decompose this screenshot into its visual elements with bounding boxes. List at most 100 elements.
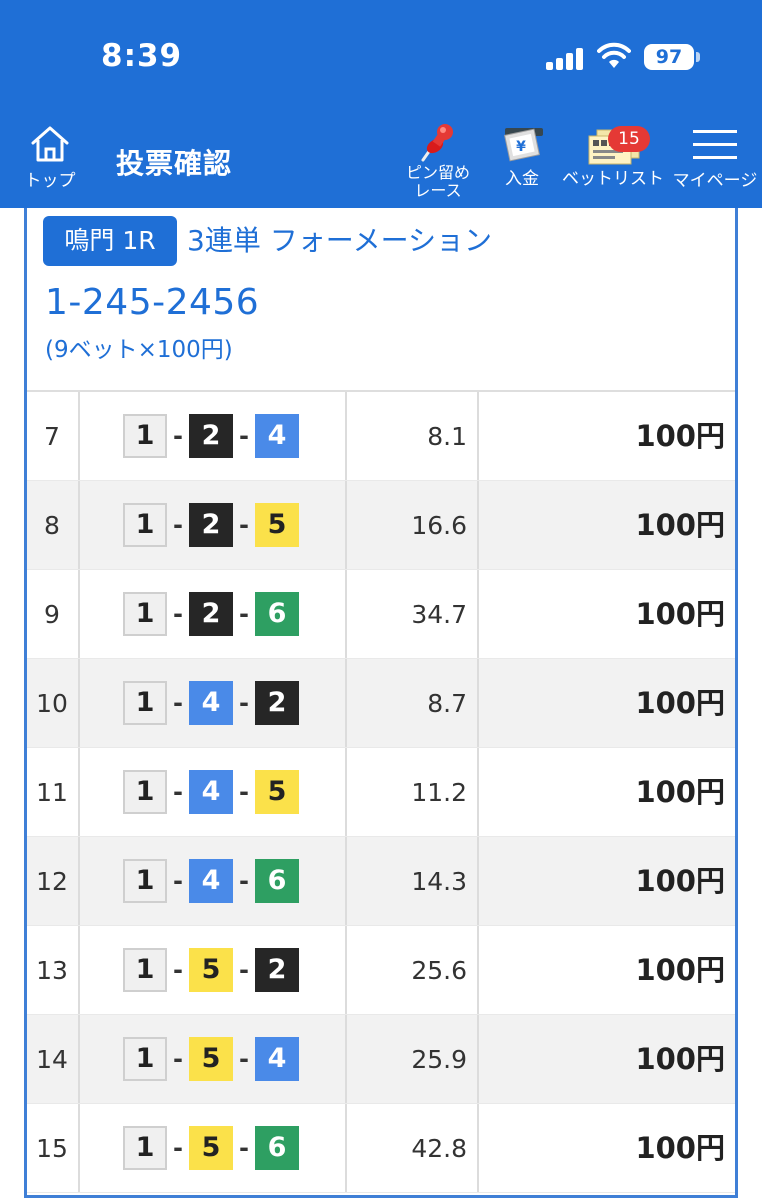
column-divider: [477, 837, 479, 925]
row-number: 13: [36, 956, 68, 985]
deposit-label: 入金: [505, 169, 539, 189]
bet-amount: 100円: [635, 775, 725, 809]
dash-separator: -: [173, 778, 183, 806]
first-place-boat: 1: [123, 859, 167, 903]
odds-value: 11.2: [411, 778, 467, 807]
wifi-icon: [597, 42, 631, 68]
odds-value: 16.6: [411, 511, 467, 540]
table-row: 10 1-4-2 8.7 100円: [27, 659, 735, 748]
bet-combination: 1-245-2456: [45, 282, 260, 323]
boat-combination: 1-2-5: [123, 503, 299, 547]
table-row: 13 1-5-2 25.6 100円: [27, 926, 735, 1015]
dash-separator: -: [239, 422, 249, 450]
bet-table: 7 1-2-4 8.1 100円 8 1-2-5 16.6 100円 9 1-2-6 34.7 100…: [27, 390, 735, 1193]
third-place-boat: 6: [255, 1126, 299, 1170]
dash-separator: -: [173, 1134, 183, 1162]
boat-combination: 1-2-6: [123, 592, 299, 636]
odds-value: 34.7: [411, 600, 467, 629]
table-row: 9 1-2-6 34.7 100円: [27, 570, 735, 659]
column-divider: [78, 392, 80, 480]
second-place-boat: 5: [189, 1037, 233, 1081]
first-place-boat: 1: [123, 503, 167, 547]
home-button[interactable]: トップ: [18, 124, 82, 191]
third-place-boat: 5: [255, 503, 299, 547]
app-header: 8:39 97 トップ 投票確認 ピン留め レース ¥ 入金 ベットリスト 15…: [0, 0, 762, 208]
row-number: 10: [36, 689, 68, 718]
first-place-boat: 1: [123, 770, 167, 814]
column-divider: [78, 748, 80, 836]
third-place-boat: 4: [255, 414, 299, 458]
boat-combination: 1-5-4: [123, 1037, 299, 1081]
bet-amount: 100円: [635, 953, 725, 987]
odds-value: 8.7: [427, 689, 467, 718]
dash-separator: -: [173, 422, 183, 450]
table-row: 11 1-4-5 11.2 100円: [27, 748, 735, 837]
third-place-boat: 6: [255, 592, 299, 636]
second-place-boat: 4: [189, 681, 233, 725]
first-place-boat: 1: [123, 1126, 167, 1170]
third-place-boat: 2: [255, 681, 299, 725]
mypage-label: マイページ: [672, 171, 758, 191]
row-number: 15: [36, 1134, 68, 1163]
pin-label-line1: ピン留め: [405, 163, 470, 182]
pin-race-button[interactable]: ピン留め レース: [396, 122, 480, 200]
bet-type: 3連単 フォーメーション: [187, 224, 493, 257]
boat-combination: 1-5-2: [123, 948, 299, 992]
cellular-signal-icon: [546, 48, 586, 70]
first-place-boat: 1: [123, 592, 167, 636]
dash-separator: -: [239, 600, 249, 628]
battery-indicator: 97: [644, 44, 700, 70]
odds-value: 25.6: [411, 956, 467, 985]
third-place-boat: 6: [255, 859, 299, 903]
column-divider: [345, 926, 347, 1014]
column-divider: [477, 659, 479, 747]
bet-amount: 100円: [635, 419, 725, 453]
row-number: 7: [44, 422, 60, 451]
status-time: 8:39: [101, 38, 183, 74]
odds-value: 14.3: [411, 867, 467, 896]
betlist-count-badge: 15: [608, 126, 650, 152]
table-row: 8 1-2-5 16.6 100円: [27, 481, 735, 570]
column-divider: [345, 570, 347, 658]
race-tag: 鳴門 1R: [43, 216, 177, 266]
dash-separator: -: [239, 956, 249, 984]
table-row: 14 1-5-4 25.9 100円: [27, 1015, 735, 1104]
dash-separator: -: [239, 867, 249, 895]
odds-value: 42.8: [411, 1134, 467, 1163]
odds-value: 8.1: [427, 422, 467, 451]
dash-separator: -: [173, 867, 183, 895]
boat-combination: 1-5-6: [123, 1126, 299, 1170]
mypage-button[interactable]: マイページ: [672, 124, 758, 191]
second-place-boat: 4: [189, 859, 233, 903]
page-title: 投票確認: [116, 147, 233, 180]
column-divider: [78, 1104, 80, 1192]
row-number: 8: [44, 511, 60, 540]
row-number: 14: [36, 1045, 68, 1074]
column-divider: [477, 570, 479, 658]
column-divider: [345, 659, 347, 747]
second-place-boat: 2: [189, 592, 233, 636]
column-divider: [78, 659, 80, 747]
column-divider: [78, 570, 80, 658]
bet-amount: 100円: [635, 597, 725, 631]
home-label: トップ: [24, 171, 76, 191]
third-place-boat: 5: [255, 770, 299, 814]
column-divider: [477, 392, 479, 480]
boat-combination: 1-2-4: [123, 414, 299, 458]
row-number: 9: [44, 600, 60, 629]
dash-separator: -: [239, 1045, 249, 1073]
dash-separator: -: [239, 778, 249, 806]
dash-separator: -: [239, 1134, 249, 1162]
betlist-label: ベットリスト: [562, 169, 664, 189]
bet-amount: 100円: [635, 1131, 725, 1165]
column-divider: [477, 748, 479, 836]
bet-confirmation-card: 鳴門 1R 3連単 フォーメーション 1-245-2456 (9ベット×100円…: [24, 208, 738, 1198]
odds-value: 25.9: [411, 1045, 467, 1074]
second-place-boat: 5: [189, 948, 233, 992]
deposit-button[interactable]: ¥ 入金: [493, 124, 551, 189]
first-place-boat: 1: [123, 948, 167, 992]
home-icon: [31, 126, 69, 162]
table-row: 7 1-2-4 8.1 100円: [27, 392, 735, 481]
bet-summary: (9ベット×100円): [45, 337, 233, 363]
dash-separator: -: [239, 689, 249, 717]
